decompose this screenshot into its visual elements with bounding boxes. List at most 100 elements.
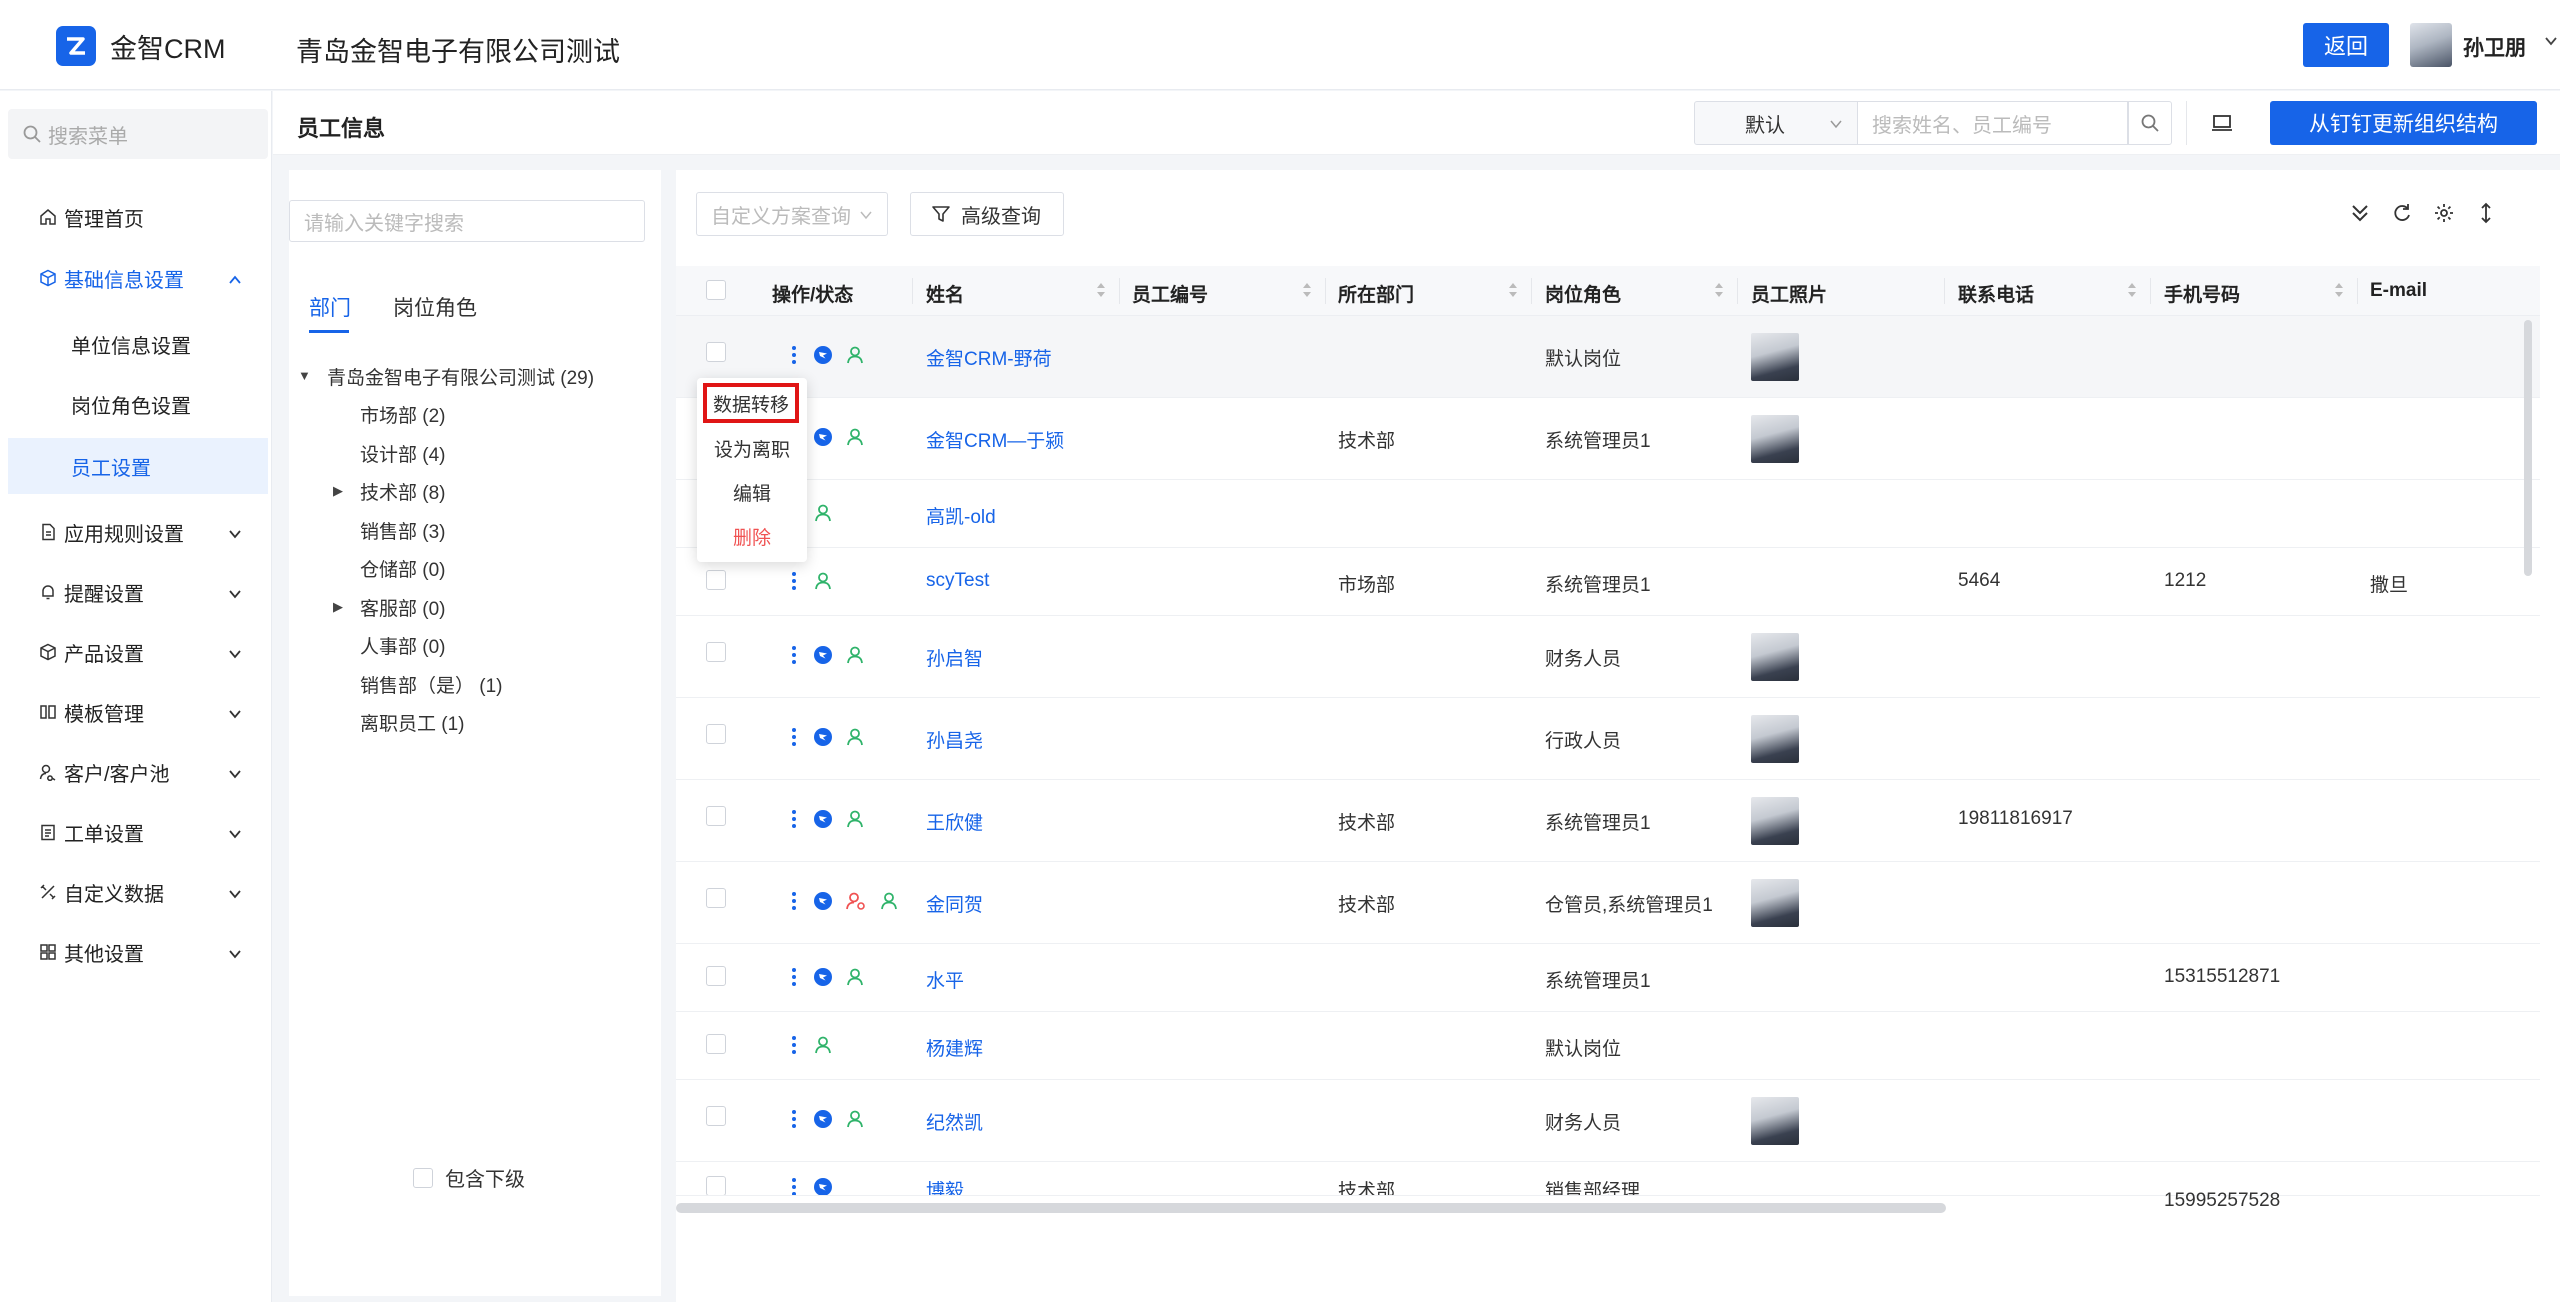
table-row[interactable]: 杨建辉 默认岗位 <box>676 1012 2540 1080</box>
row-checkbox[interactable] <box>706 1034 726 1054</box>
submenu-role-settings[interactable]: 岗位角色设置 <box>8 376 268 432</box>
row-height-icon[interactable] <box>2473 200 2499 226</box>
employee-name-link[interactable]: 博毅 <box>926 1176 964 1195</box>
more-icon[interactable] <box>787 1034 801 1055</box>
employee-name-link[interactable]: 纪然凯 <box>926 1108 983 1135</box>
employee-name-link[interactable]: 金智CRM-野荷 <box>926 344 1052 371</box>
employee-search-input[interactable]: 搜索姓名、员工编号 <box>1858 101 2128 145</box>
table-row[interactable]: 孙启智 财务人员 <box>676 616 2540 698</box>
more-icon[interactable] <box>787 726 801 747</box>
sort-icon[interactable] <box>2127 279 2137 301</box>
employee-photo[interactable] <box>1751 633 1799 681</box>
tree-node[interactable]: 销售部（是） (1) <box>360 671 503 698</box>
row-checkbox[interactable] <box>706 1176 726 1195</box>
row-checkbox[interactable] <box>706 342 726 362</box>
more-icon[interactable] <box>787 344 801 365</box>
menu-search-input[interactable]: 搜索菜单 <box>8 109 268 159</box>
user-avatar[interactable] <box>2410 23 2452 67</box>
more-icon[interactable] <box>787 644 801 665</box>
sort-icon[interactable] <box>1714 279 1724 301</box>
employee-name-link[interactable]: 水平 <box>926 966 964 993</box>
menu-products[interactable]: 产品设置 <box>0 624 272 680</box>
select-all-checkbox[interactable] <box>706 280 726 300</box>
tree-root[interactable]: 青岛金智电子有限公司测试 (29) <box>327 363 594 390</box>
row-checkbox[interactable] <box>706 1106 726 1126</box>
table-row[interactable]: 高凯-old <box>676 480 2540 548</box>
more-icon[interactable] <box>787 966 801 987</box>
menu-item-set-resigned[interactable]: 设为离职 <box>697 428 807 468</box>
employee-photo[interactable] <box>1751 797 1799 845</box>
employee-photo[interactable] <box>1751 1097 1799 1145</box>
tab-department[interactable]: 部门 <box>309 292 351 322</box>
table-row[interactable]: 纪然凯 财务人员 <box>676 1080 2540 1162</box>
row-checkbox[interactable] <box>706 724 726 744</box>
col-header-role[interactable]: 岗位角色 <box>1545 280 1621 307</box>
submenu-unit-info[interactable]: 单位信息设置 <box>8 316 268 372</box>
employee-name-link[interactable]: 金同贺 <box>926 890 983 917</box>
tree-search-input[interactable]: 请输入关键字搜索 <box>289 200 645 242</box>
more-icon[interactable] <box>787 890 801 911</box>
more-icon[interactable] <box>787 570 801 591</box>
caret-right-icon[interactable]: ▶ <box>333 483 343 499</box>
menu-item-edit[interactable]: 编辑 <box>697 472 807 512</box>
tree-node[interactable]: 人事部 (0) <box>360 632 446 659</box>
menu-custom-data[interactable]: 自定义数据 <box>0 864 272 920</box>
table-row[interactable]: 金智CRM-野荷 默认岗位 <box>676 316 2540 398</box>
row-checkbox[interactable] <box>706 642 726 662</box>
employee-name-link[interactable]: scyTest <box>926 570 989 592</box>
employee-name-link[interactable]: 高凯-old <box>926 502 996 529</box>
chevron-down-icon[interactable] <box>2544 32 2558 53</box>
employee-name-link[interactable]: 杨建辉 <box>926 1034 983 1061</box>
table-row[interactable]: 王欣健 技术部 系统管理员1 19811816917 <box>676 780 2540 862</box>
row-checkbox[interactable] <box>706 888 726 908</box>
scheme-select[interactable]: 默认 <box>1694 101 1858 145</box>
tree-node[interactable]: 销售部 (3) <box>360 517 446 544</box>
menu-templates[interactable]: 模板管理 <box>0 684 272 740</box>
table-row[interactable]: 金智CRM—于颍 技术部 系统管理员1 <box>676 398 2540 480</box>
menu-work-orders[interactable]: 工单设置 <box>0 804 272 860</box>
tree-node[interactable]: 技术部 (8) <box>360 478 446 505</box>
checkbox[interactable] <box>413 1167 433 1188</box>
row-checkbox[interactable] <box>706 570 726 590</box>
table-row[interactable]: 孙昌尧 行政人员 <box>676 698 2540 780</box>
sort-icon[interactable] <box>2334 279 2344 301</box>
more-icon[interactable] <box>787 1108 801 1129</box>
row-checkbox[interactable] <box>706 966 726 986</box>
sort-icon[interactable] <box>1096 279 1106 301</box>
table-row[interactable]: 金同贺 技术部 仓管员,系统管理员1 <box>676 862 2540 944</box>
menu-item-data-transfer[interactable]: 数据转移 <box>703 383 799 423</box>
vertical-scrollbar[interactable] <box>2524 320 2532 576</box>
employee-name-link[interactable]: 孙启智 <box>926 644 983 671</box>
row-checkbox[interactable] <box>706 806 726 826</box>
caret-down-icon[interactable]: ▼ <box>298 368 311 383</box>
tree-node[interactable]: 设计部 (4) <box>360 440 446 467</box>
menu-basic-info[interactable]: 基础信息设置 <box>0 250 272 306</box>
table-row[interactable]: scyTest 市场部 系统管理员1 5464 1212 撒旦 <box>676 548 2540 616</box>
more-icon[interactable] <box>787 1176 801 1195</box>
include-sub-checkbox[interactable]: 包含下级 <box>413 1163 525 1192</box>
advanced-query-button[interactable]: 高级查询 <box>910 192 1064 236</box>
horizontal-scrollbar[interactable] <box>676 1203 1946 1213</box>
col-header-phone[interactable]: 联系电话 <box>1958 280 2034 307</box>
col-header-emp-no[interactable]: 员工编号 <box>1132 280 1208 307</box>
employee-name-link[interactable]: 王欣健 <box>926 808 983 835</box>
menu-other-settings[interactable]: 其他设置 <box>0 924 272 980</box>
col-header-dept[interactable]: 所在部门 <box>1338 280 1414 307</box>
sort-icon[interactable] <box>1508 279 1518 301</box>
employee-photo[interactable] <box>1751 715 1799 763</box>
employee-photo[interactable] <box>1751 333 1799 381</box>
tree-node[interactable]: 仓储部 (0) <box>360 555 446 582</box>
menu-customers[interactable]: 客户/客户池 <box>0 744 272 800</box>
back-button[interactable]: 返回 <box>2303 23 2389 67</box>
app-logo[interactable]: 金智CRM <box>56 26 226 66</box>
menu-home[interactable]: 管理首页 <box>0 189 272 245</box>
tab-role[interactable]: 岗位角色 <box>393 292 477 322</box>
tree-node[interactable]: 客服部 (0) <box>360 594 446 621</box>
refresh-icon[interactable] <box>2389 200 2415 226</box>
menu-item-delete[interactable]: 删除 <box>697 516 807 556</box>
employee-photo[interactable] <box>1751 415 1799 463</box>
collapse-all-icon[interactable] <box>2347 200 2373 226</box>
employee-name-link[interactable]: 金智CRM—于颍 <box>926 426 1064 453</box>
menu-reminders[interactable]: 提醒设置 <box>0 564 272 620</box>
more-icon[interactable] <box>787 808 801 829</box>
